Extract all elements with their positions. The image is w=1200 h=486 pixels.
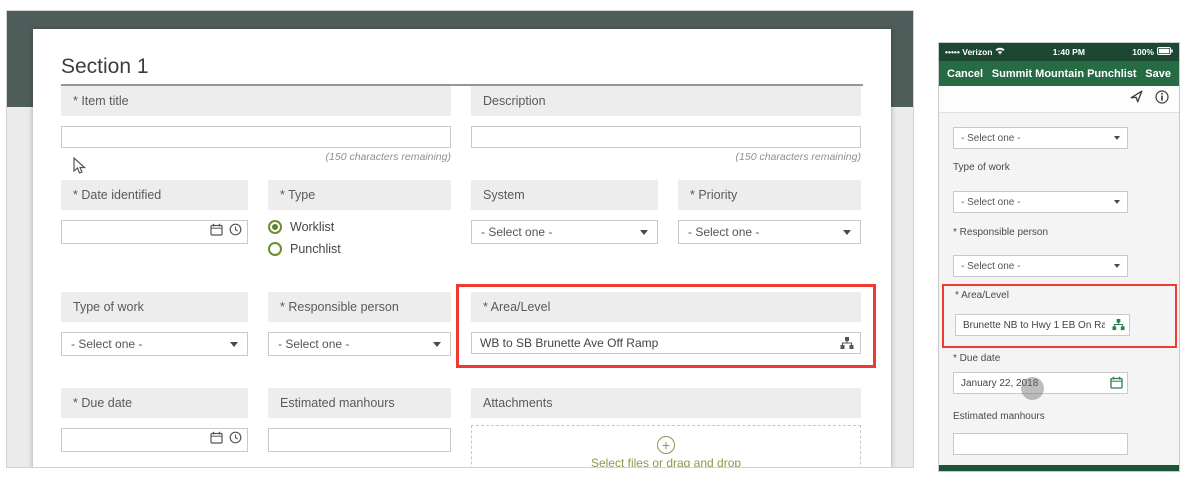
phone-due-date-input[interactable]	[953, 372, 1128, 394]
responsible-person-select-value: - Select one -	[278, 337, 349, 351]
phone-area-level-input[interactable]	[955, 314, 1130, 336]
battery-percent: 100%	[1132, 47, 1154, 57]
phone-due-date-label: * Due date	[953, 353, 1165, 364]
cancel-button[interactable]: Cancel	[947, 68, 983, 80]
calendar-icon[interactable]	[210, 431, 223, 449]
battery-icon	[1157, 47, 1173, 57]
radio-worklist[interactable]: Worklist	[268, 220, 451, 234]
phone-type-of-work-label: Type of work	[953, 162, 1165, 173]
calendar-icon[interactable]	[1110, 376, 1123, 394]
radio-punchlist-label: Punchlist	[290, 242, 341, 256]
estimated-manhours-label: Estimated manhours	[268, 388, 451, 418]
responsible-person-label: * Responsible person	[268, 292, 451, 322]
chevron-down-icon	[230, 342, 238, 347]
chevron-down-icon	[433, 342, 441, 347]
description-input[interactable]	[471, 126, 861, 148]
chevron-down-icon	[1114, 136, 1120, 140]
responsible-person-select[interactable]: - Select one -	[268, 332, 451, 356]
item-title-label: * Item title	[61, 86, 451, 116]
area-level-input[interactable]	[471, 332, 861, 354]
clock-icon[interactable]	[229, 431, 242, 449]
plus-icon: +	[657, 436, 675, 454]
estimated-manhours-input[interactable]	[268, 428, 451, 452]
phone-responsible-person-label: * Responsible person	[953, 227, 1165, 238]
type-label: * Type	[268, 180, 451, 210]
phone-status-bar: ••••• Verizon 1:40 PM 100%	[939, 43, 1179, 61]
radio-worklist-label: Worklist	[290, 220, 334, 234]
due-date-label: * Due date	[61, 388, 248, 418]
area-level-highlight-box: * Area/Level	[456, 284, 876, 368]
phone-bottom-bar	[939, 465, 1179, 471]
radio-punchlist[interactable]: Punchlist	[268, 242, 451, 256]
info-icon[interactable]	[1155, 90, 1169, 109]
hierarchy-icon[interactable]	[840, 336, 854, 355]
phone-estimated-manhours-label: Estimated manhours	[953, 411, 1165, 422]
radio-unselected-icon	[268, 242, 282, 256]
wifi-icon	[995, 47, 1005, 57]
type-of-work-label: Type of work	[61, 292, 248, 322]
area-level-label: * Area/Level	[471, 292, 861, 322]
type-of-work-select[interactable]: - Select one -	[61, 332, 248, 356]
dropzone-text: Select files or drag and drop	[591, 456, 741, 469]
phone-type-of-work-select-value: - Select one -	[961, 197, 1020, 208]
type-radio-group: Worklist Punchlist	[268, 220, 451, 264]
phone-toolbar	[939, 86, 1179, 113]
chevron-down-icon	[1114, 200, 1120, 204]
carrier-label: ••••• Verizon	[945, 47, 992, 57]
attachments-label: Attachments	[471, 388, 861, 418]
mouse-cursor-icon	[73, 157, 86, 180]
clock-time: 1:40 PM	[1053, 47, 1085, 57]
radio-selected-icon	[268, 220, 282, 234]
section-title: Section 1	[61, 55, 863, 86]
calendar-icon[interactable]	[210, 223, 223, 241]
phone-page-title: Summit Mountain Punchlist	[992, 68, 1137, 80]
navigation-arrow-icon[interactable]	[1130, 90, 1143, 108]
desktop-screenshot-panel: Section 1 * Item title (150 characters r…	[6, 10, 914, 468]
priority-select-value: - Select one -	[688, 225, 759, 239]
phone-form: - Select one - Type of work - Select one…	[939, 113, 1179, 455]
system-select[interactable]: - Select one -	[471, 220, 658, 244]
attachments-dropzone[interactable]: + Select files or drag and drop	[471, 425, 861, 468]
phone-responsible-person-select-value: - Select one -	[961, 261, 1020, 272]
date-identified-label: * Date identified	[61, 180, 248, 210]
form-card: Section 1 * Item title (150 characters r…	[33, 29, 891, 468]
chevron-down-icon	[843, 230, 851, 235]
save-button[interactable]: Save	[1145, 68, 1171, 80]
system-label: System	[471, 180, 658, 210]
phone-nav-bar: Cancel Summit Mountain Punchlist Save	[939, 61, 1179, 86]
item-title-hint: (150 characters remaining)	[61, 151, 451, 164]
description-label: Description	[471, 86, 861, 116]
priority-label: * Priority	[678, 180, 861, 210]
phone-system-select[interactable]: - Select one -	[953, 127, 1128, 149]
system-select-value: - Select one -	[481, 225, 552, 239]
priority-select[interactable]: - Select one -	[678, 220, 861, 244]
item-title-input[interactable]	[61, 126, 451, 148]
phone-area-level-highlight-box: * Area/Level	[942, 284, 1177, 348]
phone-screenshot-panel: ••••• Verizon 1:40 PM 100% Cancel Summit…	[938, 42, 1180, 472]
clock-icon[interactable]	[229, 223, 242, 241]
chevron-down-icon	[1114, 264, 1120, 268]
phone-estimated-manhours-input[interactable]	[953, 433, 1128, 455]
phone-responsible-person-select[interactable]: - Select one -	[953, 255, 1128, 277]
description-hint: (150 characters remaining)	[471, 151, 861, 164]
hierarchy-icon[interactable]	[1112, 318, 1125, 336]
type-of-work-select-value: - Select one -	[71, 337, 142, 351]
phone-system-select-value: - Select one -	[961, 133, 1020, 144]
chevron-down-icon	[640, 230, 648, 235]
phone-area-level-label: * Area/Level	[955, 290, 1164, 301]
phone-type-of-work-select[interactable]: - Select one -	[953, 191, 1128, 213]
